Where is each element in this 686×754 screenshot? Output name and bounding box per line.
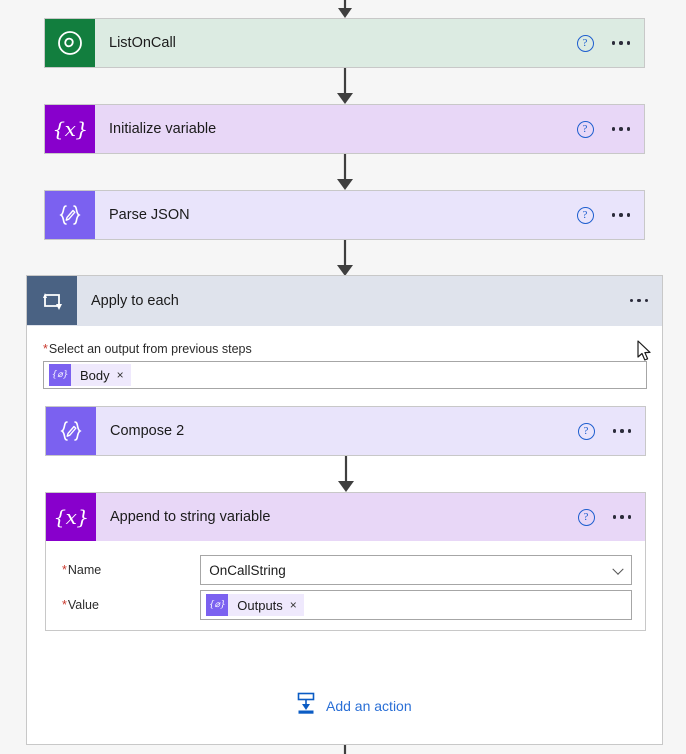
help-icon[interactable]: ? xyxy=(577,422,595,440)
add-an-action-button[interactable]: Add an action xyxy=(295,691,412,720)
token-remove-icon[interactable]: × xyxy=(290,599,297,611)
action-card-body: Parse JSON ? xyxy=(95,191,644,239)
value-token-input[interactable]: {⌀} Outputs × xyxy=(200,590,632,620)
action-card-body: Initialize variable ? xyxy=(95,105,644,153)
scope-apply-to-each: Apply to each *Select an output from pre… xyxy=(26,275,663,745)
data-operation-braces-icon xyxy=(45,191,95,239)
overflow-menu-icon[interactable] xyxy=(608,207,635,223)
scope-title: Apply to each xyxy=(91,292,179,309)
connector-ring-icon xyxy=(45,19,95,67)
overflow-menu-icon[interactable] xyxy=(626,293,653,309)
token-remove-icon[interactable]: × xyxy=(117,369,124,381)
add-an-action-label: Add an action xyxy=(326,697,412,714)
help-icon[interactable]: ? xyxy=(576,206,594,224)
scope-header-body: Apply to each xyxy=(77,276,662,325)
append-card-header[interactable]: {x} Append to string variable ? xyxy=(46,493,645,541)
connector-arrow-top xyxy=(0,0,686,18)
action-card-listoncall[interactable]: ListOnCall ? xyxy=(44,18,645,68)
variable-braces-x-icon: {x} xyxy=(45,105,95,153)
data-operation-braces-icon xyxy=(46,407,96,455)
name-value: OnCallString xyxy=(209,562,286,578)
scope-output-field: *Select an output from previous steps {⌀… xyxy=(43,342,647,389)
action-card-controls: ? xyxy=(576,191,635,239)
chevron-down-icon[interactable] xyxy=(612,563,624,575)
action-title: Append to string variable xyxy=(110,509,271,525)
overflow-menu-icon[interactable] xyxy=(608,35,635,51)
field-row-name: *Name OnCallString xyxy=(62,555,632,585)
action-title: Initialize variable xyxy=(109,121,217,137)
overflow-menu-icon[interactable] xyxy=(609,509,636,525)
connector-arrow-2 xyxy=(0,154,686,190)
insert-below-icon xyxy=(295,691,317,720)
field-row-value: *Value {⌀} Outputs × xyxy=(62,590,632,620)
action-card-parse-json[interactable]: Parse JSON ? xyxy=(44,190,645,240)
required-marker: * xyxy=(43,342,48,356)
field-label-value: *Value xyxy=(62,598,99,612)
overflow-menu-icon[interactable] xyxy=(608,121,635,137)
action-card-body: Append to string variable ? xyxy=(96,493,645,541)
loop-arrow-icon xyxy=(27,276,77,325)
variable-braces-x-icon: {x} xyxy=(46,493,96,541)
connector-arrow-3 xyxy=(0,240,686,276)
data-operation-braces-icon: {⌀} xyxy=(49,364,71,386)
name-dropdown-input[interactable]: OnCallString xyxy=(200,555,632,585)
connector-arrow-scope-inner xyxy=(1,456,686,492)
scope-header[interactable]: Apply to each xyxy=(27,276,662,326)
scope-controls xyxy=(626,276,653,325)
overflow-menu-icon[interactable] xyxy=(609,423,636,439)
action-title: Compose 2 xyxy=(110,423,185,439)
connector-arrow-bottom xyxy=(0,745,686,754)
action-title: Parse JSON xyxy=(109,207,190,223)
token-chip-body[interactable]: {⌀} Body × xyxy=(49,364,131,386)
action-card-controls: ? xyxy=(577,407,636,455)
token-label: Outputs xyxy=(237,597,283,613)
data-operation-braces-icon: {⌀} xyxy=(206,594,229,616)
required-marker: * xyxy=(62,598,67,612)
action-card-compose-2[interactable]: Compose 2 ? xyxy=(45,406,646,456)
required-marker: * xyxy=(62,563,67,577)
action-card-body: ListOnCall ? xyxy=(95,19,644,67)
action-card-controls: ? xyxy=(576,105,635,153)
action-card-body: Compose 2 ? xyxy=(96,407,645,455)
flow-designer-canvas: ListOnCall ? {x} Initialize variable ? P… xyxy=(0,0,686,754)
help-icon[interactable]: ? xyxy=(577,508,595,526)
action-card-append-to-string-variable: {x} Append to string variable ? *Name On… xyxy=(45,492,646,631)
connector-arrow-1 xyxy=(0,68,686,104)
field-label-name: *Name xyxy=(62,563,102,577)
token-label: Body xyxy=(80,367,110,383)
action-card-controls: ? xyxy=(577,493,636,541)
action-card-controls: ? xyxy=(576,19,635,67)
scope-output-input[interactable]: {⌀} Body × xyxy=(43,361,647,389)
help-icon[interactable]: ? xyxy=(576,120,594,138)
scope-output-label: *Select an output from previous steps xyxy=(43,342,252,356)
token-chip-outputs[interactable]: {⌀} Outputs × xyxy=(206,594,304,616)
action-card-initialize-variable[interactable]: {x} Initialize variable ? xyxy=(44,104,645,154)
help-icon[interactable]: ? xyxy=(576,34,594,52)
action-title: ListOnCall xyxy=(109,35,176,51)
